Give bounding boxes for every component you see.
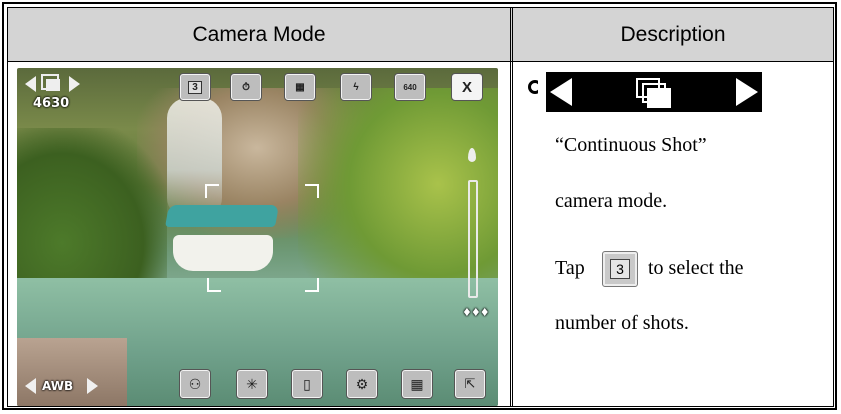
description-line-4: number of shots. xyxy=(555,312,689,334)
focus-bracket-bl xyxy=(207,278,221,292)
scene-stone-lantern xyxy=(17,338,127,406)
awb-next-arrow-icon[interactable] xyxy=(87,378,98,394)
focus-bracket-br xyxy=(305,278,319,292)
zoom-slider[interactable] xyxy=(468,180,478,298)
close-button[interactable]: X xyxy=(452,74,482,100)
continuous-shot-icon xyxy=(636,78,672,108)
description-line-1: “Continuous Shot” xyxy=(555,134,707,156)
settings-icon[interactable]: ⚙ xyxy=(347,370,377,398)
continuous-shot-3-button-icon: 3 xyxy=(602,251,638,287)
tap-icon-label: 3 xyxy=(610,259,630,279)
description-line-3: to select the xyxy=(648,257,744,279)
boat-canopy xyxy=(165,205,279,227)
focus-bracket-tr xyxy=(305,184,319,198)
close-icon: X xyxy=(461,78,472,96)
boat-hull xyxy=(173,235,273,271)
fullscreen-icon[interactable]: ⇱ xyxy=(455,370,485,398)
scene-mode-icon[interactable]: ⚇ xyxy=(180,370,210,398)
continuous-count-label: 3 xyxy=(188,80,202,94)
zoom-in-icon[interactable] xyxy=(466,148,478,166)
continuous-mode-icon xyxy=(41,74,61,92)
scene-boat xyxy=(165,205,279,280)
description-tap-text: Tap xyxy=(555,257,585,279)
mode-prev-arrow-icon[interactable] xyxy=(25,76,36,92)
focus-bracket-tl xyxy=(205,184,219,198)
remaining-shots-count: 4630 xyxy=(33,96,70,111)
mode-next-arrow-icon[interactable] xyxy=(69,76,80,92)
effect-icon[interactable]: ✳ xyxy=(237,370,267,398)
continuous-shot-3-icon[interactable]: 3 xyxy=(180,74,210,100)
column-separator xyxy=(510,8,513,406)
bullet-arrow-icon xyxy=(528,80,544,94)
resolution-label: 640 xyxy=(403,82,417,92)
next-arrow-icon xyxy=(736,78,758,106)
camera-viewfinder: 4630 3 ⏱ ▦ ϟ 640 X ♦♦♦ AWB ⚇ ✳ ▯ ⚙ ▦ ⇱ xyxy=(17,68,498,406)
continuous-mode-selector-graphic xyxy=(528,72,762,114)
scene-waterfall xyxy=(167,98,222,218)
flash-off-icon[interactable]: ϟ xyxy=(341,74,371,100)
header-description: Description xyxy=(620,22,726,46)
self-timer-icon[interactable]: ⏱ xyxy=(231,74,261,100)
zoom-out-icon[interactable]: ♦♦♦ xyxy=(462,306,490,319)
header-camera-mode: Camera Mode xyxy=(192,22,326,46)
resolution-640-icon[interactable]: 640 xyxy=(395,74,425,100)
awb-label: AWB xyxy=(42,379,74,393)
table-header-row: Camera Mode Description xyxy=(8,8,833,62)
mode-bar-background xyxy=(546,72,762,112)
prev-arrow-icon xyxy=(550,78,572,106)
awb-prev-arrow-icon[interactable] xyxy=(25,378,36,394)
grid-icon[interactable]: ▦ xyxy=(402,370,432,398)
date-stamp-icon[interactable]: ▦ xyxy=(285,74,315,100)
storage-icon[interactable]: ▯ xyxy=(292,370,322,398)
description-line-2: camera mode. xyxy=(555,190,668,212)
